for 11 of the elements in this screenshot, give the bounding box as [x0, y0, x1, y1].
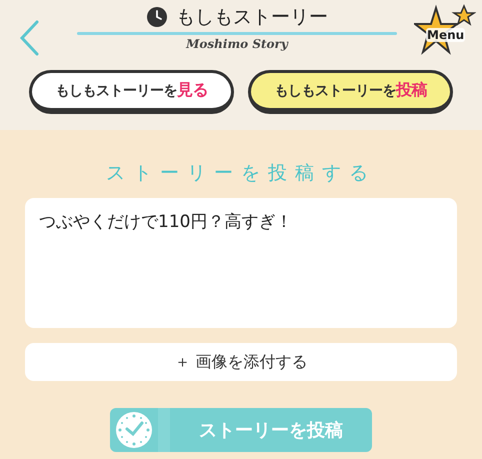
- back-icon[interactable]: [18, 20, 40, 56]
- story-input-field[interactable]: つぶやくだけで110円？高すぎ！: [25, 198, 457, 328]
- tab[interactable]: もしもストーリーを投稿: [248, 70, 453, 114]
- page-title: もしもストーリー: [176, 5, 328, 30]
- clock-icon: [146, 6, 168, 28]
- tab[interactable]: もしもストーリーを見る: [29, 70, 234, 114]
- menu-button[interactable]: Menu: [414, 4, 476, 62]
- clock-icon: [114, 410, 154, 450]
- section-heading: ストーリーを投稿する: [106, 161, 376, 186]
- attach-image-button[interactable]: ＋ 画像を添付する: [25, 343, 457, 381]
- page-subtitle: Moshimo Story: [186, 37, 288, 51]
